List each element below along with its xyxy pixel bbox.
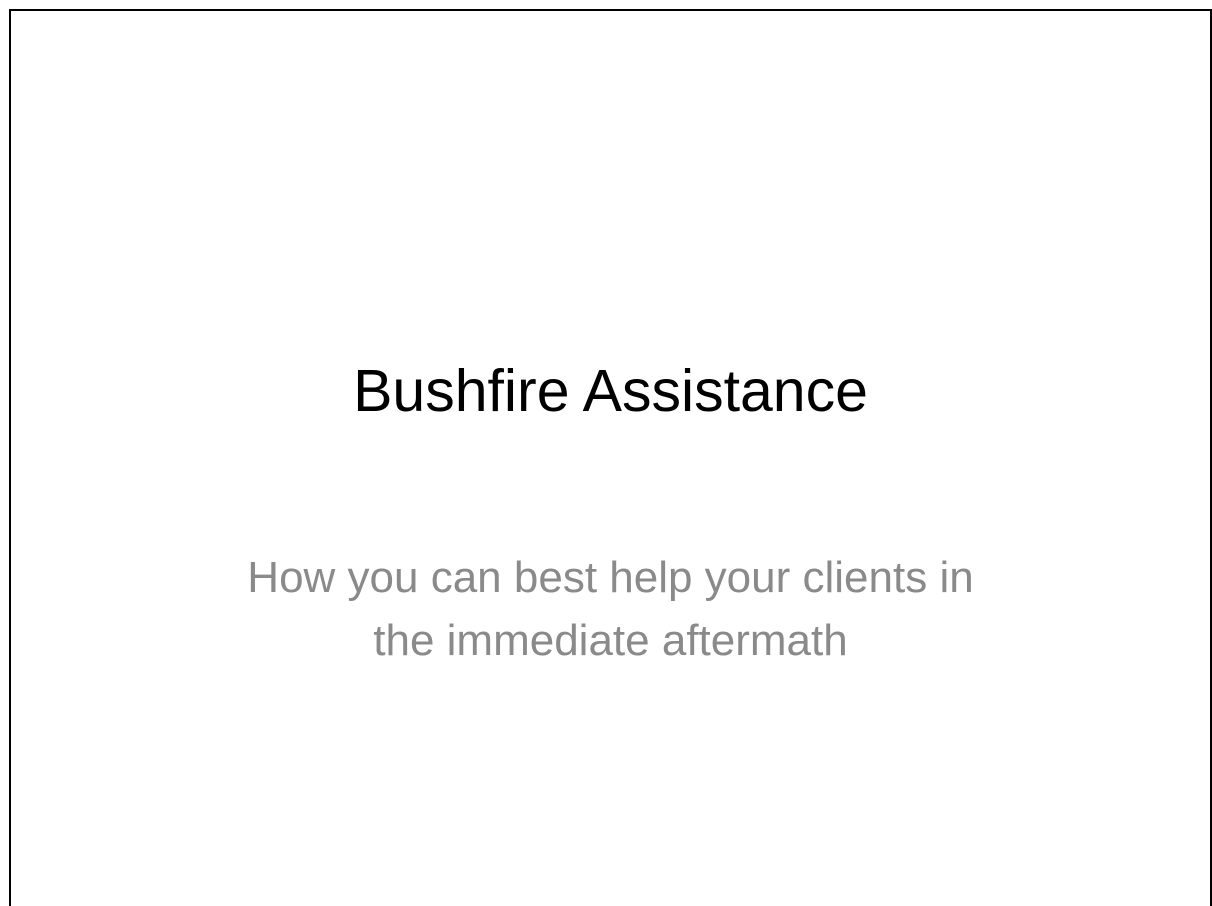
slide: Bushfire Assistance How you can best hel… (9, 9, 1212, 906)
subtitle-line-2: the immediate aftermath (373, 616, 848, 665)
slide-subtitle: How you can best help your clients in th… (11, 546, 1210, 672)
slide-title: Bushfire Assistance (353, 358, 868, 424)
subtitle-line-1: How you can best help your clients in (247, 553, 974, 602)
